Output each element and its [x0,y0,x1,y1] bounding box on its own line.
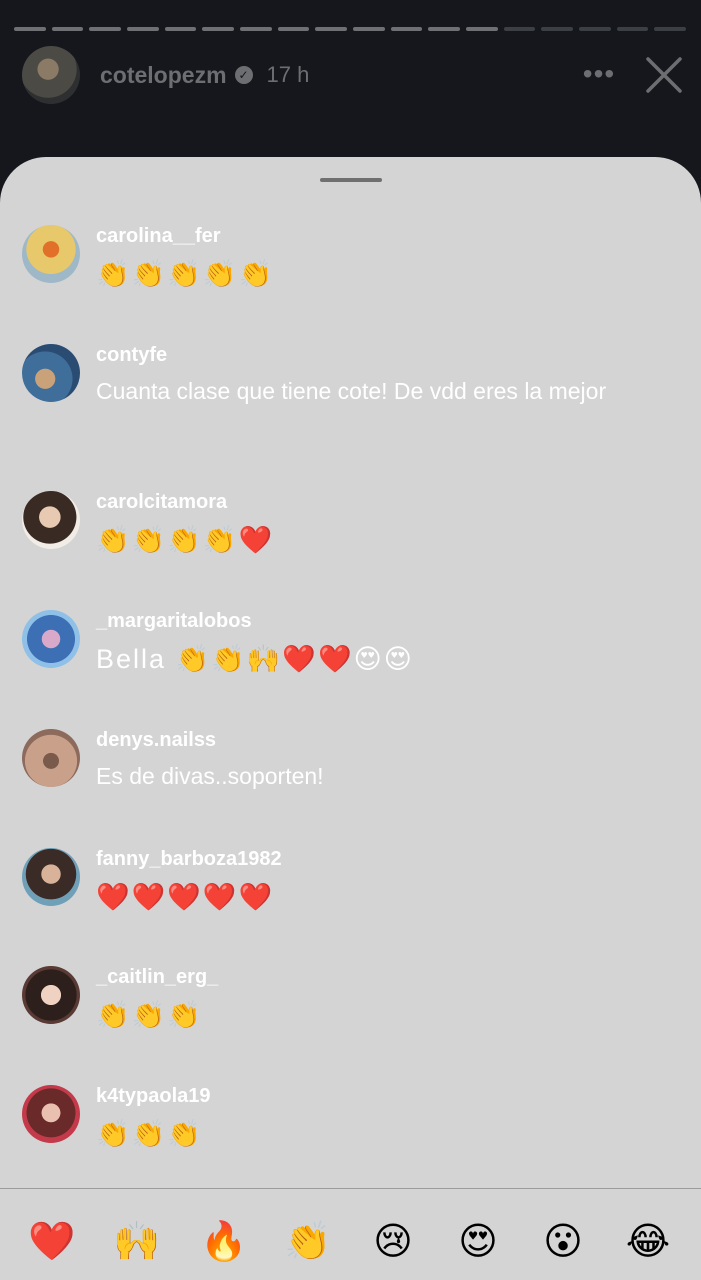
avatar[interactable] [22,1085,80,1143]
story-progress-segment [353,27,385,31]
story-header: cotelopezm ✓ 17 h ••• [22,45,686,105]
avatar[interactable] [22,729,80,787]
story-progress-segment [89,27,122,31]
comment-username[interactable]: carolina__fer [96,225,221,248]
avatar[interactable] [22,966,80,1024]
story-progress-segment [14,27,46,31]
comment-username[interactable]: fanny_barboza1982 [96,848,282,871]
comments-sheet[interactable]: carolina__fer 👏👏👏👏👏 contyfe Cuanta clase… [0,157,701,1280]
comment-username[interactable]: carolcitamora [96,491,227,514]
story-progress-segment [202,27,235,31]
reaction-heart-eyes-button[interactable]: 😍 [450,1217,506,1267]
story-progress-segment [127,27,159,31]
comment-item: _margaritalobos Bella 👏👏🙌❤️❤️😍😍 [22,610,662,680]
avatar[interactable] [22,46,80,104]
reaction-fire-button[interactable]: 🔥 [196,1217,252,1267]
story-progress-segment [579,27,611,31]
reaction-surprised-face-button[interactable]: 😮 [535,1217,591,1267]
story-progress-segment [616,27,649,31]
story-progress-bar [14,27,687,31]
comment-item: _caitlin_erg_ 👏👏👏 [22,966,662,1036]
story-progress-segment [164,27,197,31]
comment-username[interactable]: k4typaola19 [96,1085,211,1108]
story-progress-segment [315,27,348,31]
emoji-reaction-bar: ❤️ 🙌 🔥 👏 😢 😍 😮 😂 [0,1188,701,1280]
comment-text: ❤️❤️❤️❤️❤️ [96,882,275,912]
story-viewer: cotelopezm ✓ 17 h ••• carolina__fer 👏👏👏👏… [0,0,701,1280]
comment-username[interactable]: _margaritalobos [96,610,252,633]
comment-text: Cuanta clase que tiene cote! De vdd eres… [96,378,607,404]
reaction-raised-hands-button[interactable]: 🙌 [109,1217,165,1267]
comment-text: Bella 👏👏🙌❤️❤️😍😍 [96,644,414,674]
comment-username[interactable]: denys.nailss [96,729,216,752]
comment-item: fanny_barboza1982 ❤️❤️❤️❤️❤️ [22,848,662,918]
close-icon[interactable] [642,53,686,97]
avatar[interactable] [22,491,80,549]
story-progress-segment [541,27,574,31]
comment-item: k4typaola19 👏👏👏 [22,1085,662,1155]
comment-text: 👏👏👏👏❤️ [96,525,275,555]
avatar[interactable] [22,225,80,283]
comment-item: carolcitamora 👏👏👏👏❤️ [22,491,662,561]
verified-badge-icon: ✓ [234,66,253,84]
avatar[interactable] [22,344,80,402]
comment-text: 👏👏👏 [96,1119,203,1149]
comment-text: 👏👏👏 [96,1000,203,1030]
reaction-crying-face-button[interactable]: 😢 [365,1217,421,1267]
more-options-icon[interactable]: ••• [578,59,620,89]
story-progress-segment [51,27,84,31]
comment-text: 👏👏👏👏👏 [96,259,275,289]
comment-item: carolina__fer 👏👏👏👏👏 [22,225,662,295]
story-progress-segment [240,27,272,31]
sheet-grabber-handle[interactable] [320,178,382,182]
comment-text: Es de divas..soporten! [96,763,324,789]
comment-item: denys.nailss Es de divas..soporten! [22,729,662,799]
story-progress-segment [466,27,498,31]
reaction-heart-button[interactable]: ❤️ [24,1217,80,1267]
story-username[interactable]: cotelopezm [100,62,227,89]
avatar[interactable] [22,848,80,906]
story-progress-segment [654,27,687,31]
story-progress-segment [428,27,461,31]
story-timestamp: 17 h [266,62,310,87]
reaction-clap-button[interactable]: 👏 [280,1217,336,1267]
comment-username[interactable]: _caitlin_erg_ [96,966,218,989]
story-progress-segment [277,27,310,31]
story-progress-segment [390,27,423,31]
comment-username[interactable]: contyfe [96,344,167,367]
reaction-laughing-face-button[interactable]: 😂 [620,1217,676,1267]
comment-item: contyfe Cuanta clase que tiene cote! De … [22,344,662,434]
avatar[interactable] [22,610,80,668]
story-progress-segment [503,27,536,31]
